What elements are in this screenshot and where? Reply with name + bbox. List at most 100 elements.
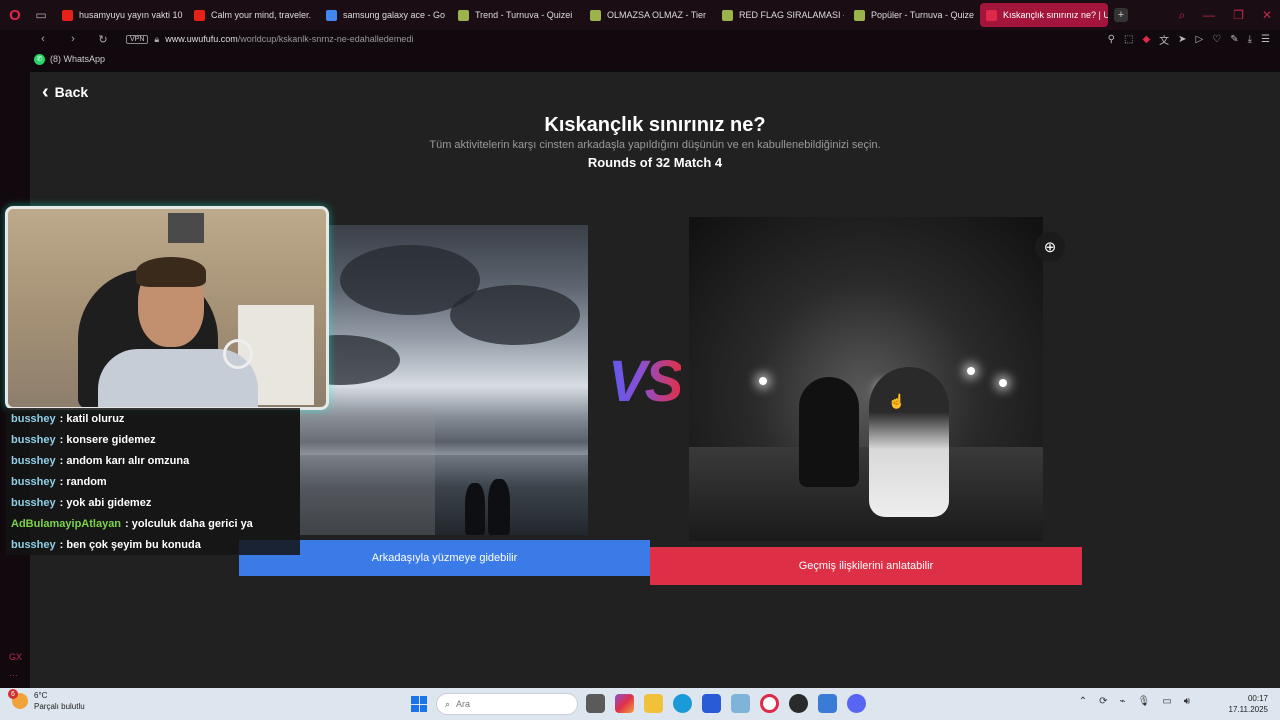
file-explorer-icon[interactable] — [644, 694, 663, 713]
windows-logo-tile — [419, 704, 427, 712]
weather-icon: 6 — [8, 689, 28, 709]
temperature: 6°C — [34, 691, 48, 700]
translate-icon[interactable]: 文 — [1159, 32, 1169, 47]
sync-icon[interactable]: ⟳ — [1099, 696, 1107, 707]
chevron-left-icon: ‹ — [42, 81, 49, 103]
tab-label: Kıskançlık sınırınız ne? | U — [1003, 10, 1108, 20]
maximize-icon[interactable]: ❐ — [1233, 8, 1244, 22]
browser-tab[interactable]: Kıskançlık sınırınız ne? | U — [980, 3, 1108, 27]
pin-icon[interactable]: ⚲ — [1108, 34, 1115, 45]
browser-tab[interactable]: samsung galaxy ace - Go — [320, 3, 448, 27]
browser-tab[interactable]: Calm your mind, traveler. — [188, 3, 316, 27]
back-nav-icon[interactable]: ‹ — [34, 33, 52, 45]
tab-label: RED FLAG SIRALAMASI - — [739, 10, 844, 20]
chat-username: busshey — [11, 433, 56, 446]
close-window-icon[interactable]: ✕ — [1262, 8, 1272, 22]
bookmark-label: (8) WhatsApp — [50, 54, 106, 64]
chat-text: : ben çok şeyim bu konuda — [59, 538, 201, 551]
photos-icon[interactable] — [818, 694, 837, 713]
shield-icon[interactable]: ◆ — [1142, 34, 1150, 45]
clock[interactable]: 00:17 17.11.2025 — [1229, 693, 1268, 715]
browser-tab[interactable]: RED FLAG SIRALAMASI - — [716, 3, 844, 27]
menu-icon[interactable]: ☰ — [1261, 34, 1270, 45]
start-button[interactable] — [411, 696, 427, 712]
address-bar: ‹ › ↻ VPN 🔒︎ www.uwufufu.com/worldcup/ks… — [0, 30, 1280, 48]
edge-icon[interactable] — [673, 694, 692, 713]
opera-gx-icon[interactable] — [760, 694, 779, 713]
opera-menu-icon[interactable]: O — [0, 0, 30, 30]
weather-text: 6°C Parçalı bulutlu — [34, 690, 85, 712]
browser-tab[interactable]: Popüler - Turnuva - Quize — [848, 3, 976, 27]
quizei-icon — [590, 9, 601, 21]
round-indicator: Rounds of 32 Match 4 — [587, 155, 723, 170]
tab-label: OLMAZSA OLMAZ - Tier — [607, 10, 707, 20]
weather-widget[interactable]: 6 6°C Parçalı bulutlu — [8, 689, 85, 712]
minimize-icon[interactable]: — — [1203, 8, 1215, 22]
tab-label: husamyuyu yayın vakti 10 — [79, 10, 183, 20]
bookmark-whatsapp[interactable]: ✆ (8) WhatsApp — [34, 53, 106, 65]
quizei-icon — [854, 9, 865, 21]
zoom-in-icon[interactable]: ⊕ — [1035, 232, 1065, 262]
heart-icon[interactable]: ♡ — [1212, 34, 1221, 45]
browser-tab[interactable]: husamyuyu yayın vakti 10 — [56, 3, 184, 27]
chat-username: busshey — [11, 475, 56, 488]
share-icon[interactable]: ➤ — [1178, 34, 1186, 45]
play-icon[interactable]: ▷ — [1196, 34, 1204, 45]
search-tabs-icon[interactable]: ⌕ — [1178, 8, 1185, 23]
edit-icon[interactable]: ✎ — [1230, 34, 1238, 45]
task-view-icon[interactable] — [586, 694, 605, 713]
mic-icon[interactable]: 🎙︎ — [1138, 696, 1151, 707]
tab-workspace-icon[interactable]: ▭ — [30, 0, 52, 30]
tab-label: Calm your mind, traveler. — [211, 10, 312, 20]
man-figure — [799, 377, 859, 487]
person-silhouette — [465, 483, 485, 535]
chat-text: : yolculuk daha gerici ya — [125, 517, 253, 530]
left-choice-image[interactable] — [300, 225, 588, 535]
obs-icon[interactable] — [789, 694, 808, 713]
more-icon[interactable]: … — [9, 668, 18, 678]
new-tab-button[interactable]: + — [1114, 8, 1128, 22]
url-field[interactable]: www.uwufufu.com/worldcup/kskanlk-snrnz-n… — [165, 34, 413, 44]
page-subtitle: Tüm aktivitelerin karşı cinsten arkadaşl… — [429, 139, 881, 151]
chat-text: : konsere gidemez — [59, 433, 156, 446]
discord-icon[interactable] — [847, 694, 866, 713]
left-choice-button[interactable]: Arkadaşıyla yüzmeye gidebilir — [239, 540, 650, 576]
browser-tab[interactable]: Trend - Turnuva - Quizei — [452, 3, 580, 27]
taskbar-search[interactable]: ⌕ — [436, 693, 578, 715]
chevron-up-icon[interactable]: ⌃ — [1079, 696, 1087, 707]
system-tray: ⌃ ⟳ ⌁ 🎙︎ ▭ 🔊︎ — [1079, 696, 1190, 707]
chat-text: : yok abi gidemez — [59, 496, 152, 509]
streamer-hair — [136, 257, 206, 287]
copilot-icon[interactable] — [615, 694, 634, 713]
store-icon[interactable] — [702, 694, 721, 713]
chat-message: busshey: random — [6, 471, 300, 492]
download-icon[interactable]: ⤓ — [1248, 34, 1252, 45]
browser-tab[interactable]: OLMAZSA OLMAZ - Tier — [584, 3, 712, 27]
vpn-badge[interactable]: VPN — [126, 34, 149, 44]
settings-app-icon[interactable] — [731, 694, 750, 713]
back-button[interactable]: ‹ Back — [42, 81, 88, 103]
network-icon[interactable]: ⌁ — [1120, 696, 1126, 707]
reload-icon[interactable]: ↻ — [94, 33, 112, 46]
volume-icon[interactable]: 🔊︎ — [1184, 696, 1190, 707]
chat-username: busshey — [11, 454, 56, 467]
browser-tab-bar: O ▭ husamyuyu yayın vakti 10 Calm your mi… — [0, 0, 1280, 30]
lock-icon[interactable]: 🔒︎ — [154, 34, 159, 45]
street-light — [999, 379, 1007, 387]
window-controls: ⌕ — ❐ ✕ — [1178, 0, 1272, 30]
right-choice-button[interactable]: Geçmiş ilişkilerini anlatabilir — [650, 547, 1082, 585]
chat-message: busshey: ben çok şeyim bu konuda — [6, 534, 300, 555]
display-icon[interactable]: ▭ — [1162, 696, 1171, 707]
snapshot-icon[interactable]: ⬚ — [1124, 34, 1133, 45]
windows-logo-tile — [411, 704, 419, 712]
tab-label: Popüler - Turnuva - Quize — [871, 10, 975, 20]
search-input[interactable] — [456, 699, 537, 709]
chat-text: : random — [59, 475, 107, 488]
video-overlay-artifact — [300, 413, 435, 535]
uwufufu-icon — [986, 9, 997, 21]
windows-taskbar: 6 6°C Parçalı bulutlu ⌕ ⌃ ⟳ ⌁ 🎙︎ ▭ 🔊︎ 00… — [0, 688, 1280, 720]
tab-strip: husamyuyu yayın vakti 10 Calm your mind, … — [52, 3, 1108, 27]
right-choice-image[interactable] — [689, 217, 1043, 541]
forward-nav-icon[interactable]: › — [64, 33, 82, 45]
pinned-apps — [586, 694, 866, 713]
